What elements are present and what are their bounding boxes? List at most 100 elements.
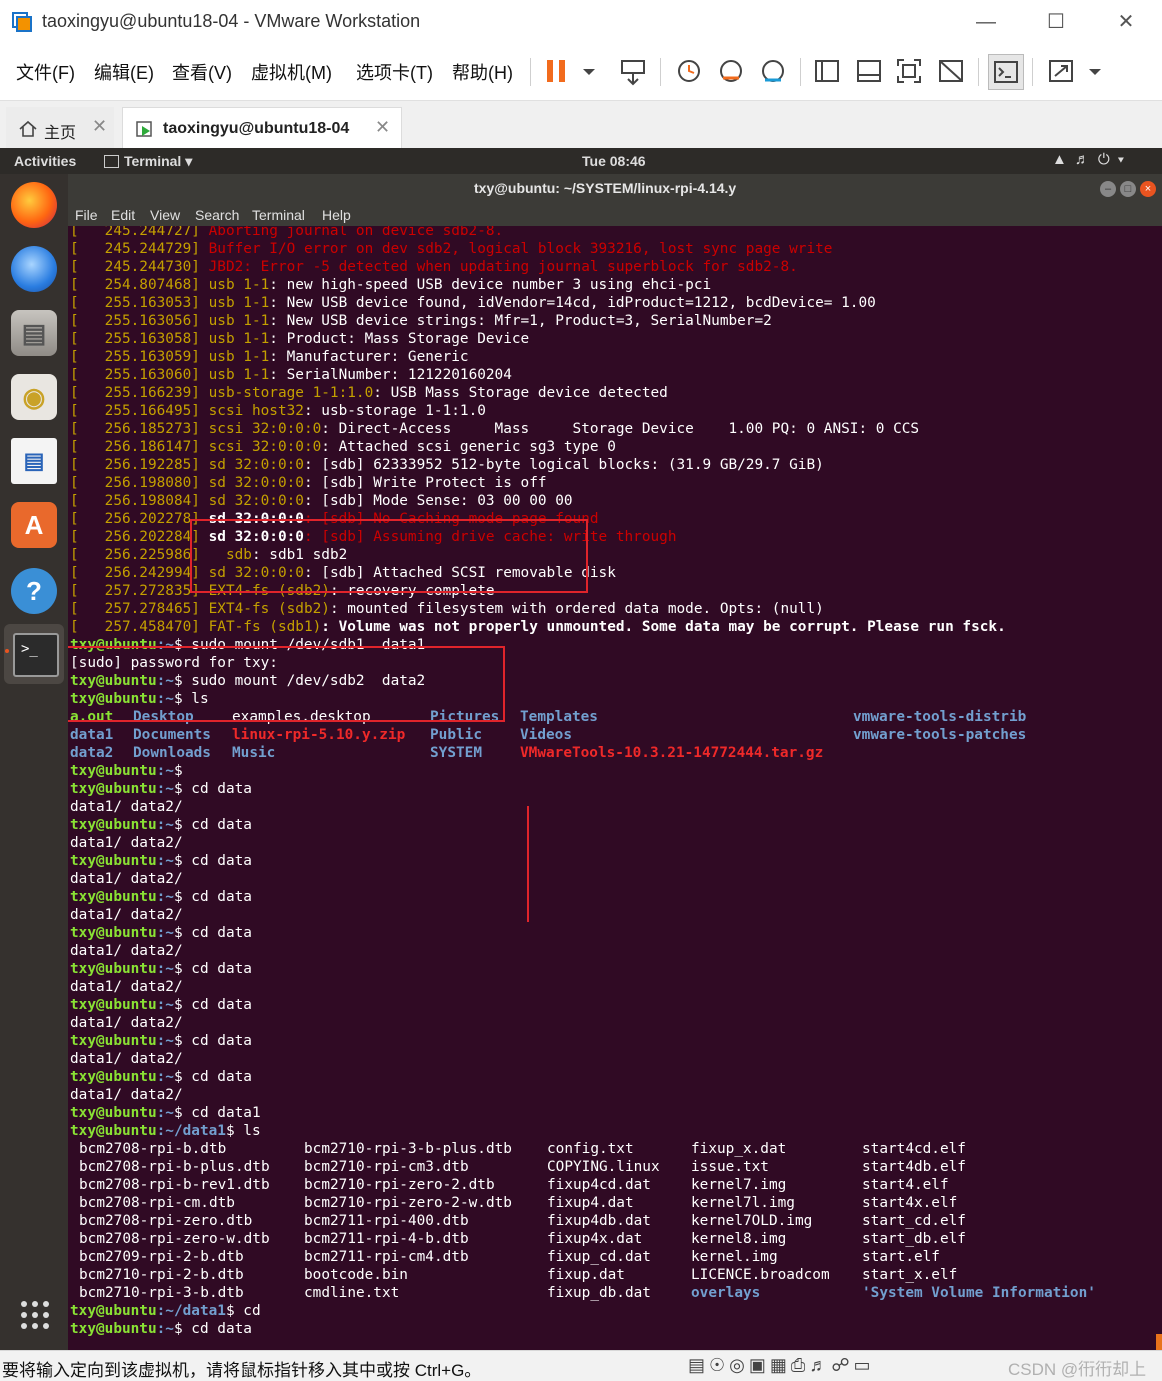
menu-view[interactable]: 查看(V) xyxy=(172,59,232,85)
log-timestamp: [ 245.244730] xyxy=(70,259,200,275)
prompt-line: txy@ubuntu:~$ cd data xyxy=(70,780,252,798)
menu-file[interactable]: 文件(F) xyxy=(16,59,75,85)
kernel-log-line: [ 257.458470] FAT-fs (sdb1): Volume was … xyxy=(70,618,1006,636)
thumbnail-bar-icon[interactable] xyxy=(852,54,886,88)
log-message: : Volume was not properly unmounted. Som… xyxy=(321,619,1006,635)
log-message: : Manufacturer: Generic xyxy=(269,349,469,365)
software-icon[interactable]: A xyxy=(11,502,57,548)
ls-entry: Downloads xyxy=(133,745,211,761)
revert-snapshot-icon[interactable] xyxy=(714,54,748,88)
thunderbird-icon[interactable] xyxy=(11,246,57,292)
terminal-menu-help[interactable]: Help xyxy=(322,207,351,223)
ls-entry: bcm2709-rpi-2-b.dtb xyxy=(79,1249,244,1265)
send-ctrl-alt-del-icon[interactable] xyxy=(616,54,650,88)
clock[interactable]: Tue 08:46 xyxy=(582,153,646,169)
menu-edit[interactable]: 编辑(E) xyxy=(94,59,154,85)
prompt-line: txy@ubuntu:~$ cd data xyxy=(70,1068,252,1086)
ls-entry: bcm2711-rpi-4-b.dtb xyxy=(304,1231,469,1247)
log-timestamp: [ 254.807468] xyxy=(70,277,200,293)
prompt-line: txy@ubuntu:~$ cd data xyxy=(70,1032,252,1050)
ls-entry: LICENCE.broadcom xyxy=(691,1267,830,1283)
scrollbar-thumb[interactable] xyxy=(1156,1334,1162,1350)
firefox-icon[interactable] xyxy=(11,182,57,228)
completion-line: data1/ data2/ xyxy=(70,906,183,924)
menu-help[interactable]: 帮助(H) xyxy=(452,59,513,85)
console-view-icon[interactable] xyxy=(988,54,1024,90)
pause-dropdown-icon[interactable] xyxy=(572,54,595,88)
power-icon: ⏻ xyxy=(1097,151,1118,168)
ls-entry: linux-rpi-5.10.y.zip xyxy=(232,727,406,743)
rhythmbox-icon[interactable]: ◉ xyxy=(11,374,57,420)
prompt-line: txy@ubuntu:~$ cd data xyxy=(70,816,252,834)
log-source: scsi host32 xyxy=(208,403,304,419)
prompt-line: txy@ubuntu:~/data1$ cd xyxy=(70,1302,261,1320)
volume-icon: ♬ xyxy=(1074,151,1098,168)
log-message: : Direct-Access Mass Storage Device 1.00… xyxy=(321,421,920,437)
terminal-dock-item[interactable]: >_ xyxy=(4,624,64,684)
snapshot-manager-icon[interactable] xyxy=(756,54,790,88)
terminal-output[interactable]: [ 245.244727] Aborting journal on device… xyxy=(68,226,1162,1350)
running-indicator xyxy=(5,649,9,653)
terminal-menu-edit[interactable]: Edit xyxy=(111,207,135,223)
ls-entry: cmdline.txt xyxy=(304,1285,400,1301)
tray-menu-icon: ▾ xyxy=(1117,151,1133,168)
ls-entry: bootcode.bin xyxy=(304,1267,408,1283)
ls-entry: config.txt xyxy=(547,1141,634,1157)
prompt-line: txy@ubuntu:~$ cd data xyxy=(70,960,252,978)
sidebar-icon[interactable] xyxy=(810,54,844,88)
prompt-user: txy@ubuntu xyxy=(70,961,157,977)
prompt-dir: :~ xyxy=(156,763,174,779)
terminal-menubar: File Edit View Search Terminal Help xyxy=(68,204,1162,226)
unity-icon[interactable] xyxy=(934,54,968,88)
menu-vm[interactable]: 虚拟机(M) xyxy=(251,59,332,85)
device-icons[interactable]: ▤☉◎▣▦⎙♬☍▭ xyxy=(688,1355,875,1376)
close-tab-home-icon[interactable]: ✕ xyxy=(92,116,107,137)
prompt-user: txy@ubuntu xyxy=(70,1321,157,1337)
terminal-close-icon[interactable]: × xyxy=(1140,181,1156,197)
snapshot-icon[interactable] xyxy=(672,54,706,88)
ls-entry: vmware-tools-distrib xyxy=(853,709,1027,725)
files-icon[interactable]: ▤ xyxy=(11,310,57,356)
prompt-user: txy@ubuntu xyxy=(70,817,157,833)
menu-tabs[interactable]: 选项卡(T) xyxy=(356,59,433,85)
ls-entry: kernel7OLD.img xyxy=(691,1213,813,1229)
tab-vm[interactable]: taoxingyu@ubuntu18-04 ✕ xyxy=(122,107,402,150)
maximize-button[interactable]: ☐ xyxy=(1036,6,1076,38)
terminal-minimize-icon[interactable]: – xyxy=(1100,181,1116,197)
close-button[interactable]: ✕ xyxy=(1106,6,1146,38)
close-tab-vm-icon[interactable]: ✕ xyxy=(375,117,390,138)
terminal-menu-search[interactable]: Search xyxy=(195,207,239,223)
pause-icon[interactable] xyxy=(540,54,574,88)
help-icon[interactable]: ? xyxy=(11,568,57,614)
show-applications-icon[interactable] xyxy=(20,1300,50,1330)
tab-home[interactable]: 主页 ✕ xyxy=(6,107,114,149)
app-menu[interactable]: Terminal ▾ xyxy=(124,153,192,170)
ls-entry: bcm2710-rpi-zero-2.dtb xyxy=(304,1177,495,1193)
terminal-menu-terminal[interactable]: Terminal xyxy=(252,207,305,223)
usb-icon: ☍ xyxy=(831,1355,854,1375)
log-timestamp: [ 255.166239] xyxy=(70,385,200,401)
minimize-button[interactable]: — xyxy=(966,6,1006,38)
stretch-guest-icon[interactable] xyxy=(1044,54,1078,88)
command: $ cd data xyxy=(173,1033,252,1049)
ls-entry: start4db.elf xyxy=(862,1159,966,1175)
terminal-menu-file[interactable]: File xyxy=(75,207,98,223)
libreoffice-writer-icon[interactable]: ▤ xyxy=(11,438,57,484)
terminal-maximize-icon[interactable]: □ xyxy=(1120,181,1136,197)
log-timestamp: [ 255.163058] xyxy=(70,331,200,347)
prompt-dir: :~ xyxy=(156,1321,174,1337)
prompt-dir: :~ xyxy=(156,781,174,797)
full-screen-icon[interactable] xyxy=(892,54,926,88)
activities-button[interactable]: Activities xyxy=(14,153,76,169)
terminal-menu-view[interactable]: View xyxy=(150,207,180,223)
system-tray[interactable]: ▲♬⏻▾ xyxy=(1052,151,1132,168)
stretch-dropdown-icon[interactable] xyxy=(1078,54,1101,88)
ls-entry: fixup_db.dat xyxy=(547,1285,651,1301)
log-timestamp: [ 255.163056] xyxy=(70,313,200,329)
